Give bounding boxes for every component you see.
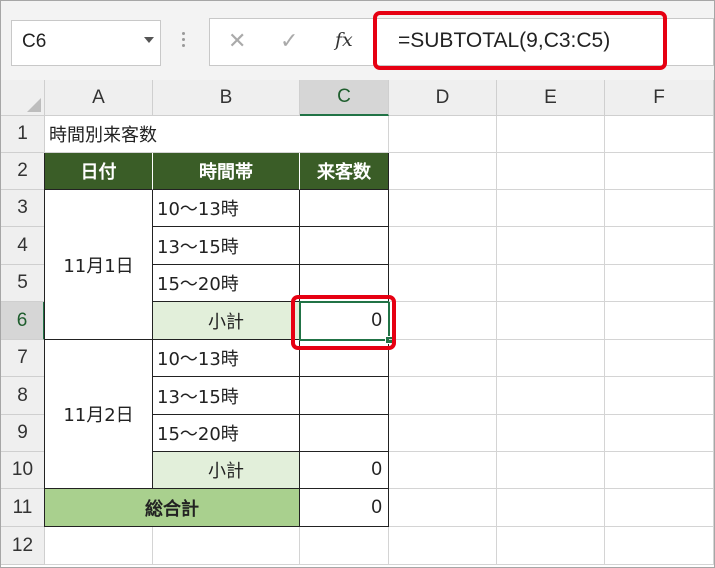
row-header-3[interactable]: 3 bbox=[1, 190, 45, 227]
empty-cell[interactable] bbox=[389, 452, 497, 489]
cell-highlight-box bbox=[291, 295, 396, 350]
name-box-value: C6 bbox=[22, 31, 47, 52]
empty-cell[interactable] bbox=[497, 527, 605, 565]
select-all-button[interactable] bbox=[1, 80, 45, 116]
cell-b7[interactable]: 10〜13時 bbox=[153, 340, 300, 377]
empty-cell[interactable] bbox=[497, 302, 605, 340]
empty-cell[interactable] bbox=[389, 415, 497, 452]
cell-c3[interactable] bbox=[300, 190, 389, 227]
empty-cell[interactable] bbox=[605, 489, 714, 527]
row-header-1[interactable]: 1 bbox=[1, 116, 45, 153]
cell-b6-subtotal[interactable]: 小計 bbox=[153, 302, 300, 340]
cell-a12[interactable] bbox=[45, 527, 153, 565]
empty-cell[interactable] bbox=[389, 227, 497, 265]
empty-cell[interactable] bbox=[605, 377, 714, 415]
empty-cell[interactable] bbox=[497, 452, 605, 489]
empty-cell[interactable] bbox=[389, 153, 497, 190]
empty-cell[interactable] bbox=[605, 527, 714, 565]
empty-cell[interactable] bbox=[497, 190, 605, 227]
cell-a11-grand-total[interactable]: 総合計 bbox=[45, 489, 300, 527]
formula-highlight-box bbox=[373, 11, 667, 70]
row-header-6[interactable]: 6 bbox=[1, 302, 45, 340]
cell-b4[interactable]: 13〜15時 bbox=[153, 227, 300, 265]
cell-c10[interactable]: 0 bbox=[300, 452, 389, 489]
empty-cell[interactable] bbox=[605, 153, 714, 190]
cell-a3-merged[interactable]: 11月1日 bbox=[45, 190, 153, 340]
empty-cell[interactable] bbox=[605, 190, 714, 227]
empty-cell[interactable] bbox=[389, 527, 497, 565]
empty-cell[interactable] bbox=[389, 190, 497, 227]
enter-icon[interactable]: ✓ bbox=[280, 29, 298, 54]
cell-c4[interactable] bbox=[300, 227, 389, 265]
empty-cell[interactable] bbox=[605, 340, 714, 377]
cell-c8[interactable] bbox=[300, 377, 389, 415]
column-header-e[interactable]: E bbox=[497, 80, 605, 116]
row-header-5[interactable]: 5 bbox=[1, 265, 45, 302]
column-header-f[interactable]: F bbox=[605, 80, 714, 116]
cell-c11[interactable]: 0 bbox=[300, 489, 389, 527]
empty-cell[interactable] bbox=[605, 116, 714, 153]
cell-c2[interactable]: 来客数 bbox=[300, 153, 389, 190]
empty-cell[interactable] bbox=[389, 265, 497, 302]
empty-cell[interactable] bbox=[497, 489, 605, 527]
row-header-2[interactable]: 2 bbox=[1, 153, 45, 190]
row-header-12[interactable]: 12 bbox=[1, 527, 45, 565]
row-header-4[interactable]: 4 bbox=[1, 227, 45, 265]
empty-cell[interactable] bbox=[497, 227, 605, 265]
empty-cell[interactable] bbox=[497, 265, 605, 302]
empty-cell[interactable] bbox=[605, 302, 714, 340]
table-left-border bbox=[44, 153, 45, 527]
row-header-7[interactable]: 7 bbox=[1, 340, 45, 377]
name-box[interactable]: C6 bbox=[11, 20, 161, 66]
empty-cell[interactable] bbox=[389, 116, 497, 153]
cell-b10-subtotal[interactable]: 小計 bbox=[153, 452, 300, 489]
fx-icon[interactable]: fx bbox=[335, 29, 353, 51]
empty-cell[interactable] bbox=[605, 415, 714, 452]
cell-b9[interactable]: 15〜20時 bbox=[153, 415, 300, 452]
cell-b2[interactable]: 時間帯 bbox=[153, 153, 300, 190]
cell-c12[interactable] bbox=[300, 527, 389, 565]
cell-a1[interactable]: 時間別来客数 bbox=[45, 116, 300, 153]
drag-handle-icon[interactable] bbox=[182, 32, 186, 50]
empty-cell[interactable] bbox=[389, 377, 497, 415]
empty-cell[interactable] bbox=[389, 489, 497, 527]
empty-cell[interactable] bbox=[497, 116, 605, 153]
empty-cell[interactable] bbox=[497, 153, 605, 190]
row-header-10[interactable]: 10 bbox=[1, 452, 45, 489]
column-header-a[interactable]: A bbox=[45, 80, 153, 116]
column-header-c[interactable]: C bbox=[300, 80, 389, 116]
column-header-d[interactable]: D bbox=[389, 80, 497, 116]
row-header-11[interactable]: 11 bbox=[1, 489, 45, 527]
cell-c1[interactable] bbox=[300, 116, 389, 153]
empty-cell[interactable] bbox=[497, 415, 605, 452]
empty-cell[interactable] bbox=[389, 340, 497, 377]
cell-c9[interactable] bbox=[300, 415, 389, 452]
cell-a2[interactable]: 日付 bbox=[45, 153, 153, 190]
empty-cell[interactable] bbox=[497, 377, 605, 415]
column-header-b[interactable]: B bbox=[153, 80, 300, 116]
empty-cell[interactable] bbox=[389, 302, 497, 340]
cell-b12[interactable] bbox=[153, 527, 300, 565]
cell-b3[interactable]: 10〜13時 bbox=[153, 190, 300, 227]
row-header-9[interactable]: 9 bbox=[1, 415, 45, 452]
cell-a7-merged[interactable]: 11月2日 bbox=[45, 340, 153, 489]
cell-b8[interactable]: 13〜15時 bbox=[153, 377, 300, 415]
row-header-8[interactable]: 8 bbox=[1, 377, 45, 415]
empty-cell[interactable] bbox=[497, 340, 605, 377]
cell-b5[interactable]: 15〜20時 bbox=[153, 265, 300, 302]
cancel-icon[interactable]: ✕ bbox=[228, 29, 246, 54]
empty-cell[interactable] bbox=[605, 265, 714, 302]
empty-cell[interactable] bbox=[605, 227, 714, 265]
chevron-down-icon[interactable] bbox=[144, 37, 154, 43]
empty-cell[interactable] bbox=[605, 452, 714, 489]
